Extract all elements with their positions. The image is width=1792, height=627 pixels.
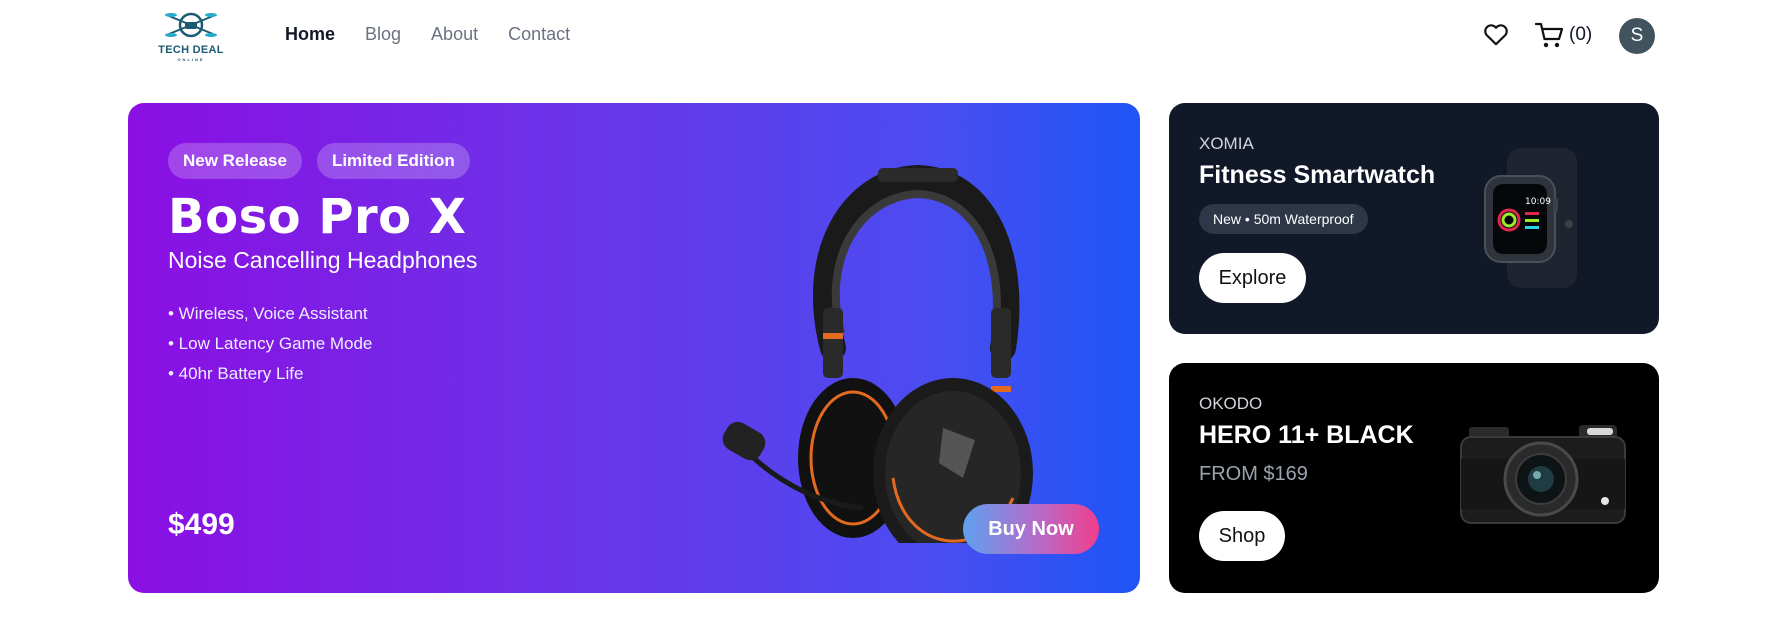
main-nav: Home Blog About Contact (285, 24, 600, 45)
hero-subtitle: Noise Cancelling Headphones (168, 247, 478, 273)
headphones-image (722, 164, 1033, 543)
logo-subtext: ONLINE (177, 57, 205, 62)
feature-item: • Low Latency Game Mode (168, 334, 373, 353)
card-price: FROM $169 (1199, 463, 1308, 485)
nav-contact[interactable]: Contact (508, 24, 570, 45)
feature-item: • Wireless, Voice Assistant (168, 304, 368, 323)
card-brand: OKODO (1199, 394, 1263, 413)
cart-count: (0) (1569, 24, 1593, 45)
heart-icon (1484, 24, 1508, 46)
drone-logo-icon (165, 12, 217, 38)
badge-new-release: New Release (168, 143, 302, 179)
wishlist-button[interactable] (1483, 22, 1509, 46)
cart-icon (1535, 22, 1564, 48)
card-title: Fitness Smartwatch (1199, 161, 1436, 189)
site-logo[interactable]: TECH DEAL ONLINE (155, 8, 227, 62)
hero-title: Boso Pro X (168, 189, 467, 245)
site-header: TECH DEAL ONLINE Home Blog About Contact… (0, 0, 1792, 70)
badge-limited-edition: Limited Edition (316, 143, 470, 179)
smartwatch-card: XOMIA Fitness Smartwatch New • 50m Water… (1169, 103, 1659, 334)
watch-time: 10:09 (1525, 197, 1551, 207)
hero-badges: New Release Limited Edition (168, 143, 470, 179)
cart-button[interactable]: (0) (1535, 21, 1592, 49)
explore-button[interactable]: Explore (1199, 253, 1306, 303)
user-avatar[interactable]: S (1619, 18, 1655, 54)
camera-card: OKODO HERO 11+ BLACK FROM $169 Shop (1169, 363, 1659, 593)
card-brand: XOMIA (1199, 134, 1254, 153)
nav-home[interactable]: Home (285, 24, 335, 45)
card-tag: New • 50m Waterproof (1199, 204, 1368, 234)
nav-about[interactable]: About (431, 24, 478, 45)
logo-text: TECH DEAL (158, 44, 224, 56)
smartwatch-image: 10:09 (1484, 148, 1577, 288)
hero-price: $499 (168, 508, 235, 541)
hero-banner: New Release Limited Edition Boso Pro X N… (128, 103, 1140, 593)
card-title: HERO 11+ BLACK (1199, 421, 1414, 449)
buy-now-button[interactable]: Buy Now (963, 504, 1099, 554)
feature-item: • 40hr Battery Life (168, 364, 304, 383)
shop-button[interactable]: Shop (1199, 511, 1285, 561)
camera-image (1460, 425, 1626, 524)
nav-blog[interactable]: Blog (365, 24, 401, 45)
hero-features: • Wireless, Voice Assistant • Low Latenc… (168, 299, 372, 389)
